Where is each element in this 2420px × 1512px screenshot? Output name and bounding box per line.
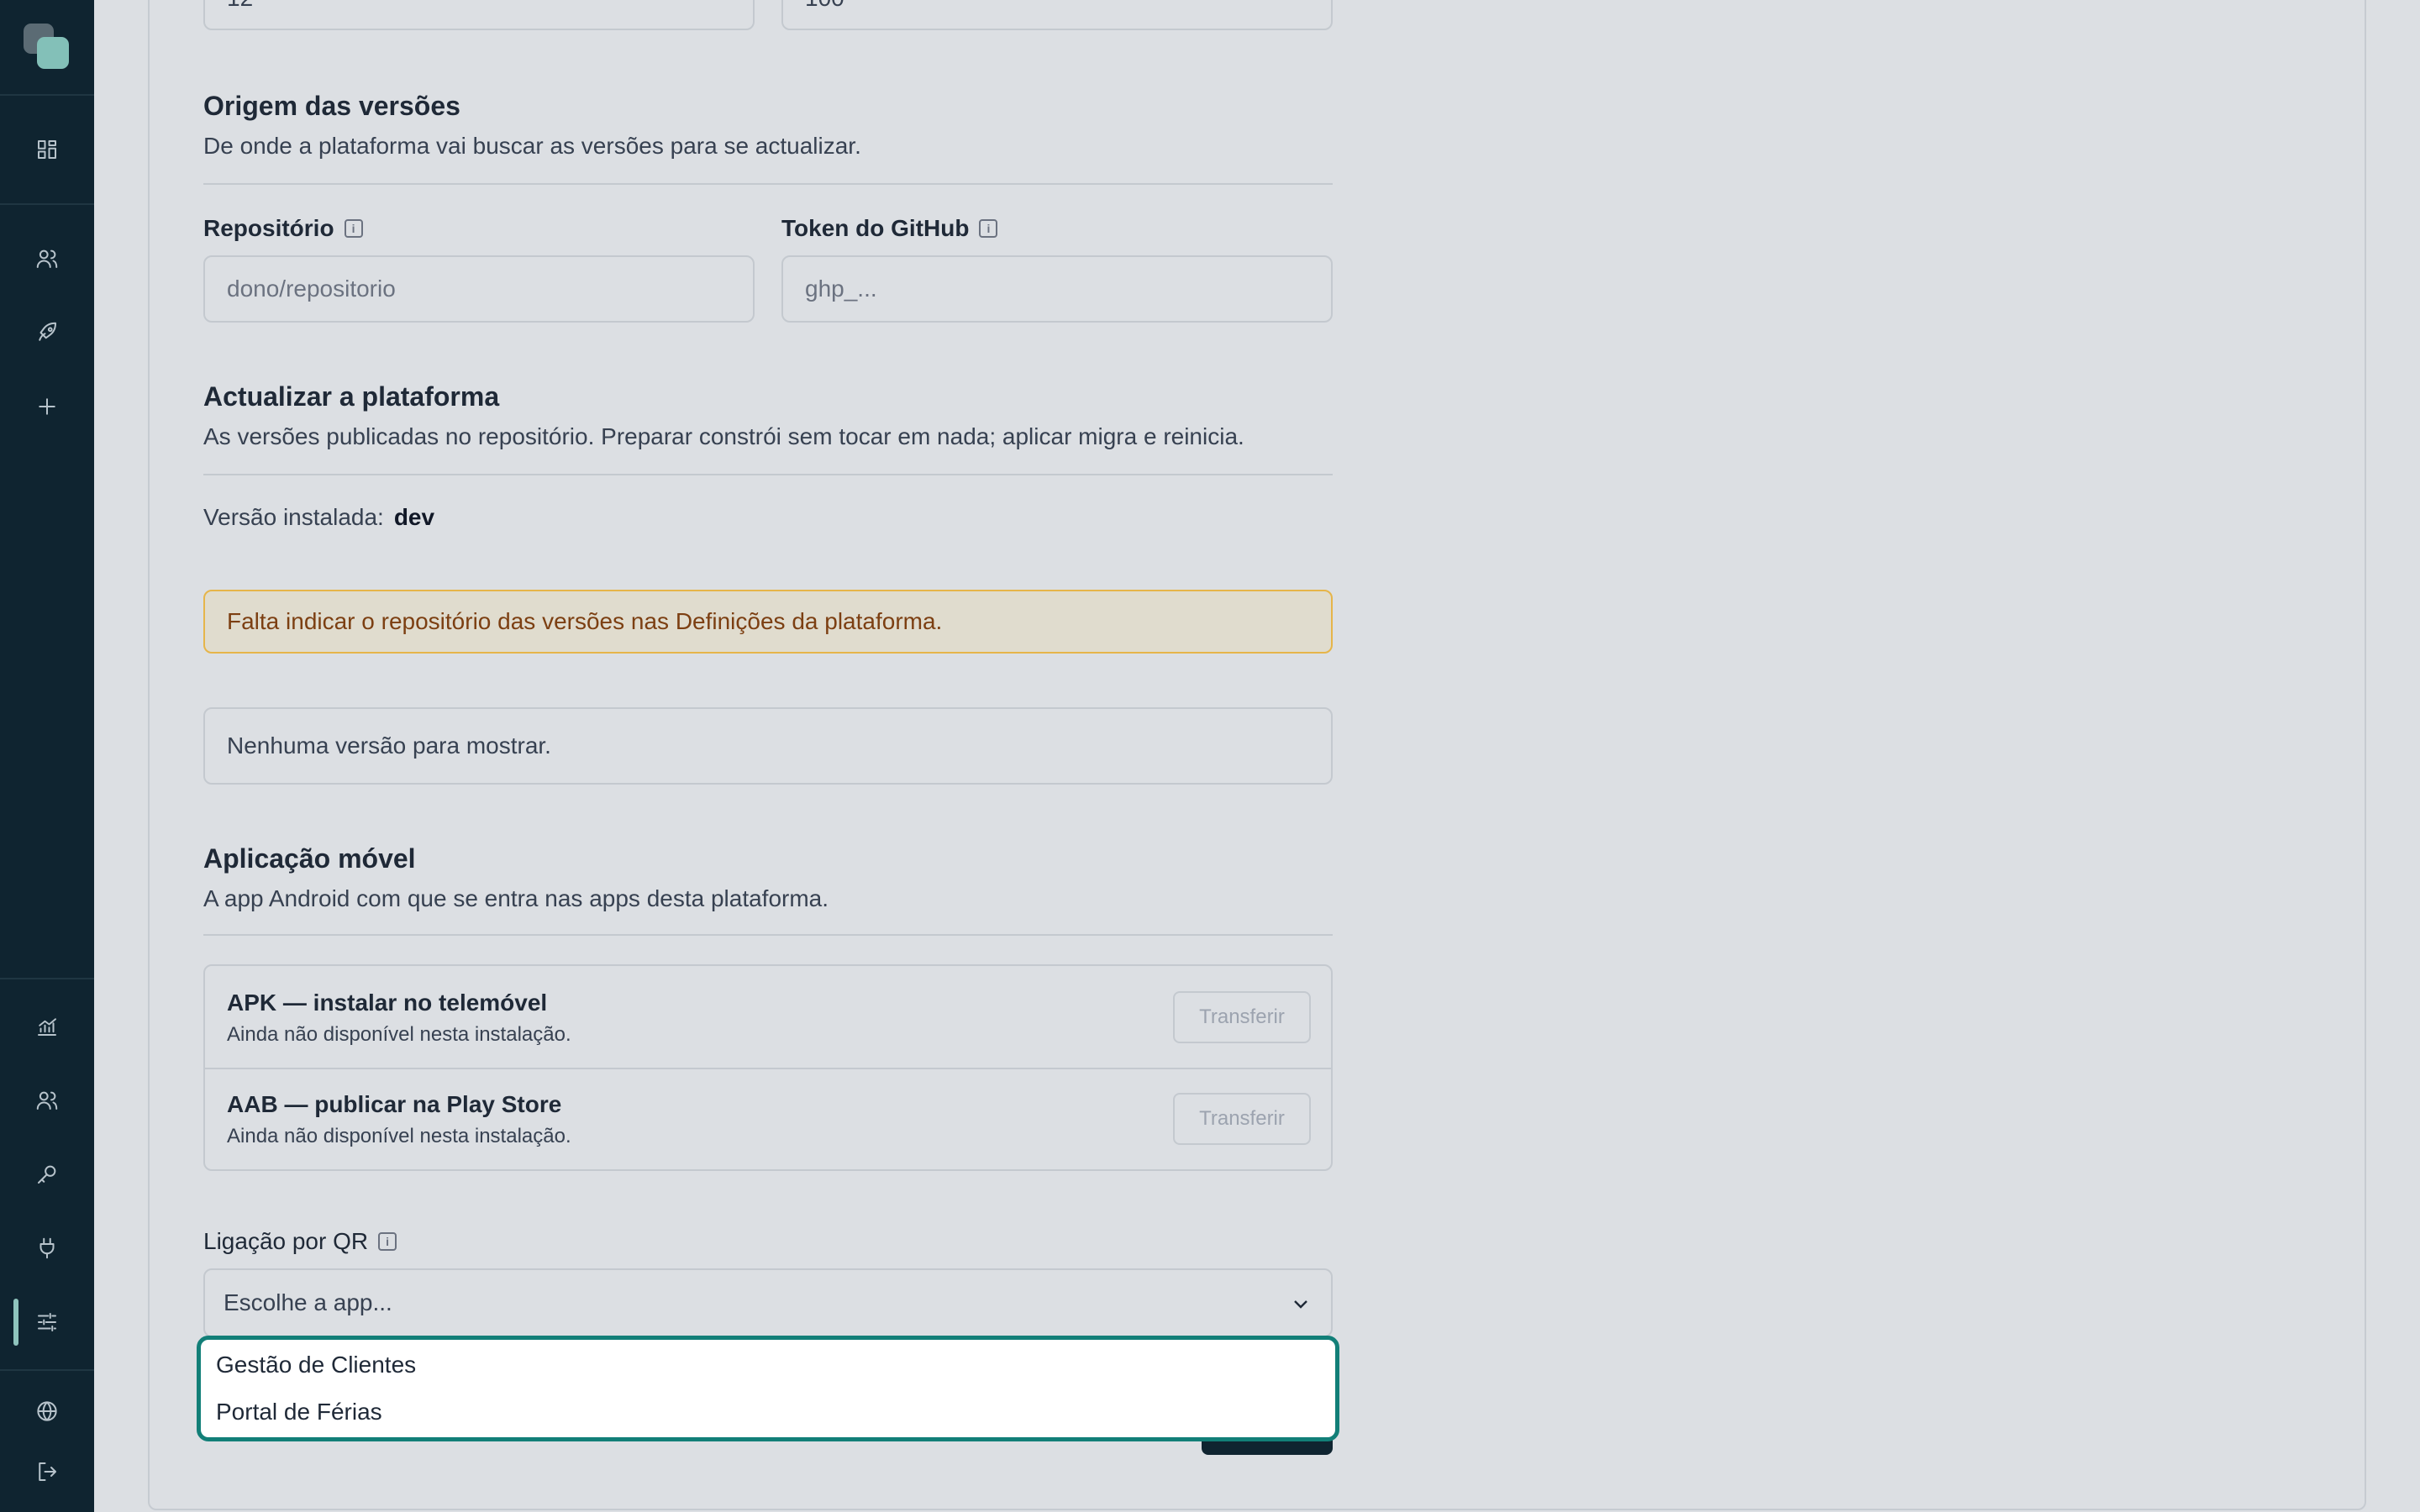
update-description: As versões publicadas no repositório. Pr…	[203, 423, 1244, 449]
info-icon[interactable]: i	[344, 219, 363, 238]
token-label: Token do GitHub i	[781, 215, 998, 242]
divider	[203, 474, 1333, 475]
app-select[interactable]: Escolhe a app...	[203, 1268, 1333, 1337]
qr-label: Ligação por QR i	[203, 1228, 397, 1255]
plus-icon[interactable]	[30, 390, 64, 423]
team-icon[interactable]	[30, 1084, 64, 1117]
repo-placeholder: dono/repositorio	[227, 276, 396, 302]
sidebar	[0, 0, 94, 1512]
repo-label-text: Repositório	[203, 215, 334, 241]
empty-text: Nenhuma versão para mostrar.	[227, 732, 551, 759]
sliders-icon[interactable]	[30, 1305, 64, 1339]
empty-versions: Nenhuma versão para mostrar.	[203, 707, 1333, 785]
dashboard-icon[interactable]	[30, 133, 64, 166]
chevron-down-icon	[1294, 1300, 1307, 1309]
dropdown-option[interactable]: Gestão de Clientes	[216, 1352, 416, 1378]
apk-subtitle: Ainda não disponível nesta instalação.	[227, 1023, 571, 1046]
info-icon[interactable]: i	[378, 1232, 397, 1251]
repo-input[interactable]: dono/repositorio	[203, 255, 755, 323]
mobile-title: Aplicação móvel	[203, 843, 416, 874]
top-right-value: 100	[805, 0, 844, 12]
globe-icon[interactable]	[30, 1394, 64, 1428]
active-indicator	[13, 1299, 18, 1346]
divider	[203, 934, 1333, 936]
qr-label-text: Ligação por QR	[203, 1228, 369, 1254]
app-select-value: Escolhe a app...	[224, 1289, 392, 1315]
repo-label: Repositório i	[203, 215, 363, 242]
app-logo[interactable]	[24, 24, 71, 71]
app-select-dropdown: Gestão de Clientes Portal de Férias	[197, 1336, 1339, 1441]
logout-icon[interactable]	[30, 1455, 64, 1488]
rocket-icon[interactable]	[30, 316, 64, 349]
aab-subtitle: Ainda não disponível nesta instalação.	[227, 1125, 571, 1147]
warning-text: Falta indicar o repositório das versões …	[227, 608, 943, 634]
info-icon[interactable]: i	[979, 219, 998, 238]
aab-download-button[interactable]: Transferir	[1173, 1093, 1311, 1145]
plug-icon[interactable]	[30, 1231, 64, 1265]
key-icon[interactable]	[30, 1158, 64, 1191]
token-placeholder: ghp_...	[805, 276, 877, 302]
origin-title: Origem das versões	[203, 91, 460, 121]
chart-icon[interactable]	[30, 1010, 64, 1043]
dropdown-option[interactable]: Portal de Férias	[216, 1399, 382, 1425]
update-title: Actualizar a plataforma	[203, 381, 500, 412]
list-item: APK — instalar no telemóvel Ainda não di…	[205, 966, 1331, 1068]
origin-description: De onde a plataforma vai buscar as versõ…	[203, 133, 861, 159]
apk-download-button[interactable]: Transferir	[1173, 991, 1311, 1043]
mobile-description: A app Android com que se entra nas apps …	[203, 885, 829, 911]
token-input[interactable]: ghp_...	[781, 255, 1333, 323]
users-icon[interactable]	[30, 242, 64, 276]
warning-banner: Falta indicar o repositório das versões …	[203, 590, 1333, 654]
installed-value: dev	[393, 504, 435, 530]
list-item: AAB — publicar na Play Store Ainda não d…	[205, 1069, 1331, 1171]
installed-label: Versão instalada:	[203, 504, 384, 530]
divider	[203, 183, 1333, 185]
top-left-value: 12	[227, 0, 253, 12]
top-left-field[interactable]: 12	[203, 0, 755, 30]
token-label-text: Token do GitHub	[781, 215, 970, 241]
installed-version: Versão instalada: dev	[203, 504, 434, 531]
apk-title: APK — instalar no telemóvel	[227, 990, 548, 1016]
aab-title: AAB — publicar na Play Store	[227, 1091, 562, 1117]
top-right-field[interactable]: 100	[781, 0, 1333, 30]
downloads-list: APK — instalar no telemóvel Ainda não di…	[203, 964, 1333, 1171]
